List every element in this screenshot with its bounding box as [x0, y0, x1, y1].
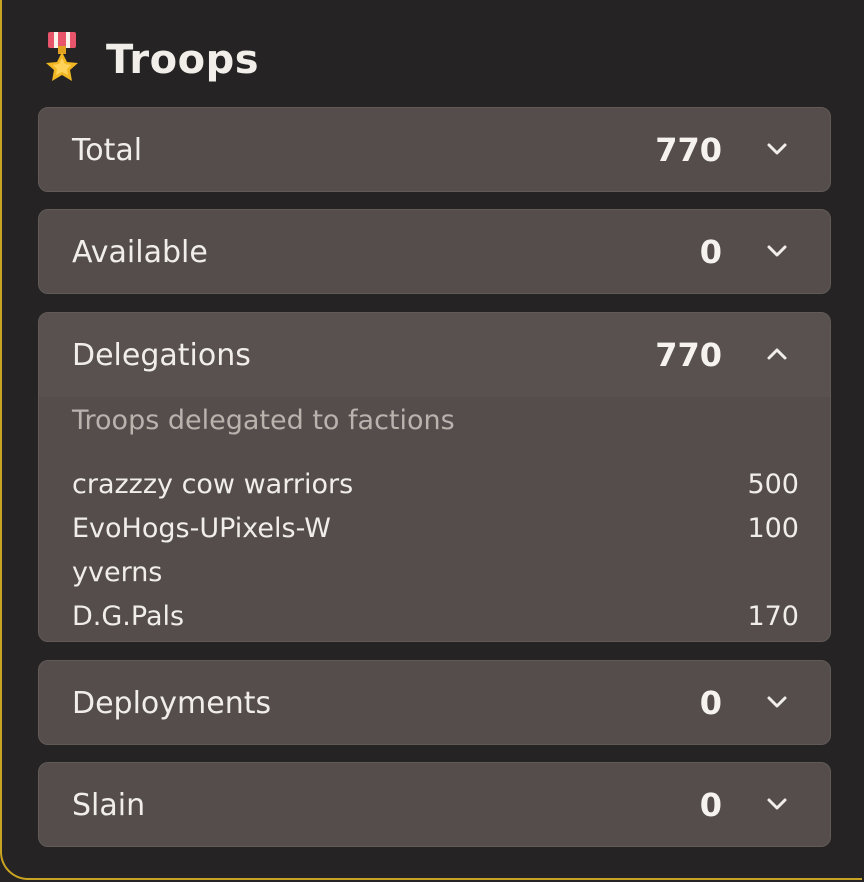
available-label: Available	[72, 234, 208, 270]
slain-value: 0	[699, 786, 722, 824]
delegations-value: 770	[655, 336, 722, 374]
chevron-up-icon[interactable]	[764, 341, 790, 367]
slain-row[interactable]: Slain 0	[39, 763, 830, 846]
faction-name: D.G.Pals	[72, 601, 185, 632]
chevron-down-icon[interactable]	[764, 689, 790, 715]
available-card: Available 0	[38, 209, 831, 294]
delegations-subtitle: Troops delegated to factions	[72, 405, 455, 436]
chevron-down-icon[interactable]	[764, 238, 790, 264]
slain-card: Slain 0	[38, 762, 831, 847]
faction-count: 500	[747, 469, 799, 500]
total-value: 770	[655, 131, 722, 169]
total-row[interactable]: Total 770	[39, 108, 830, 191]
delegations-card: Delegations 770 Troops delegated to fact…	[38, 312, 831, 642]
faction-count: 170	[747, 601, 799, 632]
total-label: Total	[72, 132, 143, 168]
medal-icon	[46, 32, 78, 81]
deployments-card: Deployments 0	[38, 660, 831, 745]
deployments-label: Deployments	[72, 685, 272, 721]
panel-header: Troops	[40, 30, 259, 90]
faction-list: crazzzy cow warriors 500 EvoHogs-UPixels…	[72, 463, 799, 639]
faction-name: crazzzy cow warriors	[72, 469, 354, 500]
delegations-label: Delegations	[72, 337, 251, 373]
delegations-row[interactable]: Delegations 770	[39, 313, 830, 397]
troops-panel: Troops Total 770 Available 0 Delegations…	[0, 0, 862, 880]
panel-title: Troops	[106, 37, 260, 83]
list-item: EvoHogs-UPixels-Wyverns 100	[72, 507, 799, 595]
total-card: Total 770	[38, 107, 831, 192]
faction-count: 100	[747, 513, 799, 544]
slain-label: Slain	[72, 787, 146, 823]
chevron-down-icon[interactable]	[764, 791, 790, 817]
deployments-value: 0	[699, 684, 722, 722]
available-row[interactable]: Available 0	[39, 210, 830, 293]
faction-name: EvoHogs-UPixels-Wyverns	[72, 513, 331, 588]
chevron-down-icon[interactable]	[764, 136, 790, 162]
deployments-row[interactable]: Deployments 0	[39, 661, 830, 744]
list-item: D.G.Pals 170	[72, 595, 799, 639]
available-value: 0	[699, 233, 722, 271]
list-item: crazzzy cow warriors 500	[72, 463, 799, 507]
